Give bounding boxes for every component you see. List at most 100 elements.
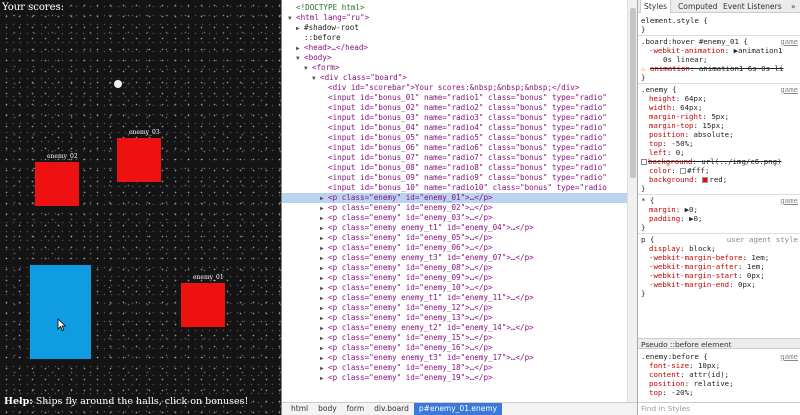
property-declaration[interactable]: color: #fff; bbox=[649, 166, 709, 175]
property-name[interactable]: -webkit-animation bbox=[649, 46, 725, 55]
property-name[interactable]: top bbox=[649, 139, 662, 148]
property-name[interactable]: -webkit-margin-before bbox=[649, 253, 742, 262]
dom-node[interactable]: ▼ <div class="board"> bbox=[282, 73, 628, 83]
dom-node[interactable]: <input id="bonus_09" name="radio9" class… bbox=[282, 173, 628, 183]
dom-node[interactable]: ▶ <p class="enemy" id="enemy_10">…</p> bbox=[282, 283, 628, 293]
rule-source-link[interactable]: game bbox=[780, 352, 798, 361]
property-value[interactable]: 1em; bbox=[747, 262, 765, 271]
property-declaration[interactable]: top: -20%; bbox=[649, 388, 694, 397]
expand-arrow-icon[interactable]: ▶ bbox=[320, 374, 328, 384]
property-name[interactable]: width bbox=[649, 103, 671, 112]
dom-node[interactable]: ▶ <p class="enemy" id="enemy_19">…</p> bbox=[282, 373, 628, 383]
property-value[interactable]: 64px; bbox=[680, 103, 702, 112]
dom-node[interactable]: ▶ <p class="enemy" id="enemy_16">…</p> bbox=[282, 343, 628, 353]
dom-node[interactable]: ▶ <p class="enemy enemy_t3" id="enemy_07"… bbox=[282, 253, 628, 263]
dom-node[interactable]: ▶ <p class="enemy" id="enemy_03">…</p> bbox=[282, 213, 628, 223]
dom-node[interactable]: ▶ #shadow-root bbox=[282, 23, 628, 33]
property-value[interactable]: url(../img/c6.png) bbox=[701, 157, 781, 166]
property-name[interactable]: position bbox=[649, 379, 685, 388]
property-value[interactable]: 0px; bbox=[747, 271, 765, 280]
property-name[interactable]: padding bbox=[649, 214, 680, 223]
selector-text[interactable]: .enemy { bbox=[641, 85, 677, 94]
selector-text[interactable]: * { bbox=[641, 196, 654, 205]
property-name[interactable]: -webkit-margin-start bbox=[649, 271, 738, 280]
property-declaration[interactable]: width: 64px; bbox=[649, 103, 702, 112]
breadcrumb-item[interactable]: p#enemy_01.enemy bbox=[413, 403, 503, 415]
property-value[interactable]: -50%; bbox=[671, 139, 693, 148]
dom-node[interactable]: ▶ <p class="enemy enemy_t1" id="enemy_04"… bbox=[282, 223, 628, 233]
rule-source-link[interactable]: game bbox=[780, 37, 798, 46]
property-toggle-checkbox[interactable] bbox=[641, 159, 647, 165]
dom-node[interactable]: <input id="bonus_06" name="radio6" class… bbox=[282, 143, 628, 153]
property-declaration[interactable]: -webkit-margin-end: 0px; bbox=[649, 280, 756, 289]
property-name[interactable]: -webkit-margin-end bbox=[649, 280, 729, 289]
dom-node[interactable]: ▶ <p class="enemy" id="enemy_02">…</p> bbox=[282, 203, 628, 213]
selector-text[interactable]: p { bbox=[641, 235, 654, 244]
property-value[interactable]: ▶0; bbox=[685, 205, 698, 214]
property-value[interactable]: 64px; bbox=[685, 94, 707, 103]
property-declaration[interactable]: margin-top: 15px; bbox=[649, 121, 725, 130]
property-name[interactable]: height bbox=[649, 94, 676, 103]
property-value[interactable]: absolute; bbox=[694, 130, 734, 139]
dom-node[interactable]: <input id="bonus_01" name="radio1" class… bbox=[282, 93, 628, 103]
color-swatch[interactable] bbox=[680, 168, 687, 174]
dom-node[interactable]: <input id="bonus_10" name="radio10" clas… bbox=[282, 183, 628, 193]
property-declaration[interactable]: animation: animation1 6s 0s li bbox=[650, 64, 784, 73]
player-ship[interactable] bbox=[30, 265, 91, 359]
dom-node-selected[interactable]: ▶ <p class="enemy" id="enemy_01">…</p> bbox=[282, 193, 628, 203]
property-name[interactable]: top bbox=[649, 388, 662, 397]
property-name[interactable]: position bbox=[649, 130, 685, 139]
property-name[interactable]: background bbox=[648, 157, 693, 166]
selector-text[interactable]: .enemy:before { bbox=[641, 352, 708, 361]
dom-node[interactable]: <!DOCTYPE html> bbox=[282, 3, 628, 13]
property-value[interactable]: relative; bbox=[694, 379, 734, 388]
property-value[interactable]: attr(id); bbox=[689, 370, 729, 379]
selector-text[interactable]: .board:hover #enemy_01 { bbox=[641, 37, 748, 46]
property-value[interactable]: ▶animation1 bbox=[734, 46, 783, 55]
dom-node[interactable]: <input id="bonus_03" name="radio3" class… bbox=[282, 113, 628, 123]
property-declaration[interactable]: margin-right: 5px; bbox=[649, 112, 729, 121]
dom-node[interactable]: ▶ <p class="enemy enemy_t3" id="enemy_17"… bbox=[282, 353, 628, 363]
enemy-02[interactable]: enemy_02 bbox=[35, 153, 79, 206]
property-name[interactable]: content bbox=[649, 370, 680, 379]
property-value[interactable]: ▶0; bbox=[689, 214, 702, 223]
property-declaration[interactable]: -webkit-margin-after: 1em; bbox=[649, 262, 765, 271]
property-declaration[interactable]: position: absolute; bbox=[649, 130, 734, 139]
property-value[interactable]: animation1 6s 0s li bbox=[699, 64, 784, 73]
find-in-styles-input[interactable]: Find in Styles bbox=[638, 402, 800, 415]
dom-node[interactable]: ▶ <p class="enemy" id="enemy_18">…</p> bbox=[282, 363, 628, 373]
dom-node[interactable]: ▼ <form> bbox=[282, 63, 628, 73]
game-viewport[interactable]: Your scores: enemy_03 enemy_02 enemy_01 … bbox=[0, 0, 281, 415]
property-value[interactable]: 0; bbox=[676, 148, 685, 157]
dom-node[interactable]: <input id="bonus_05" name="radio5" class… bbox=[282, 133, 628, 143]
breadcrumb-item[interactable]: html bbox=[286, 403, 313, 415]
tab-computed[interactable]: Computed bbox=[675, 0, 720, 13]
property-name[interactable]: font-size bbox=[649, 361, 689, 370]
property-declaration[interactable]: -webkit-margin-before: 1em; bbox=[649, 253, 769, 262]
property-value[interactable]: #fff; bbox=[687, 166, 709, 175]
property-name[interactable]: display bbox=[649, 244, 680, 253]
property-declaration[interactable]: content: attr(id); bbox=[649, 370, 729, 379]
property-value[interactable]: block; bbox=[689, 244, 716, 253]
property-name[interactable]: margin bbox=[649, 205, 676, 214]
dom-node[interactable]: <div id="scorebar">Your scores:&nbsp;&nb… bbox=[282, 83, 628, 93]
tab-event-listeners[interactable]: Event Listeners bbox=[720, 0, 785, 13]
breadcrumb-item[interactable]: div.board bbox=[369, 403, 414, 415]
rule-source-link[interactable]: game bbox=[780, 85, 798, 94]
rule-source-link[interactable]: user agent style bbox=[727, 235, 798, 244]
dom-tree-scroll-thumb[interactable] bbox=[630, 8, 636, 178]
dom-node[interactable]: ▶ <p class="enemy enemy_t1" id="enemy_11"… bbox=[282, 293, 628, 303]
dom-node[interactable]: ▼ <body> bbox=[282, 53, 628, 63]
enemy-03[interactable]: enemy_03 bbox=[117, 129, 161, 182]
dom-node[interactable]: ▶ <p class="enemy" id="enemy_05">…</p> bbox=[282, 233, 628, 243]
property-value[interactable]: 5px; bbox=[711, 112, 729, 121]
property-name[interactable]: color bbox=[649, 166, 671, 175]
property-name[interactable]: left bbox=[649, 148, 667, 157]
property-name[interactable]: animation bbox=[650, 64, 690, 73]
tab-styles[interactable]: Styles bbox=[640, 0, 672, 13]
property-name[interactable]: -webkit-margin-after bbox=[649, 262, 738, 271]
property-name[interactable]: margin-top bbox=[649, 121, 694, 130]
dom-node[interactable]: ▶ <p class="enemy" id="enemy_09">…</p> bbox=[282, 273, 628, 283]
property-value[interactable]: 1em; bbox=[751, 253, 769, 262]
bonus-ball[interactable] bbox=[114, 80, 122, 88]
